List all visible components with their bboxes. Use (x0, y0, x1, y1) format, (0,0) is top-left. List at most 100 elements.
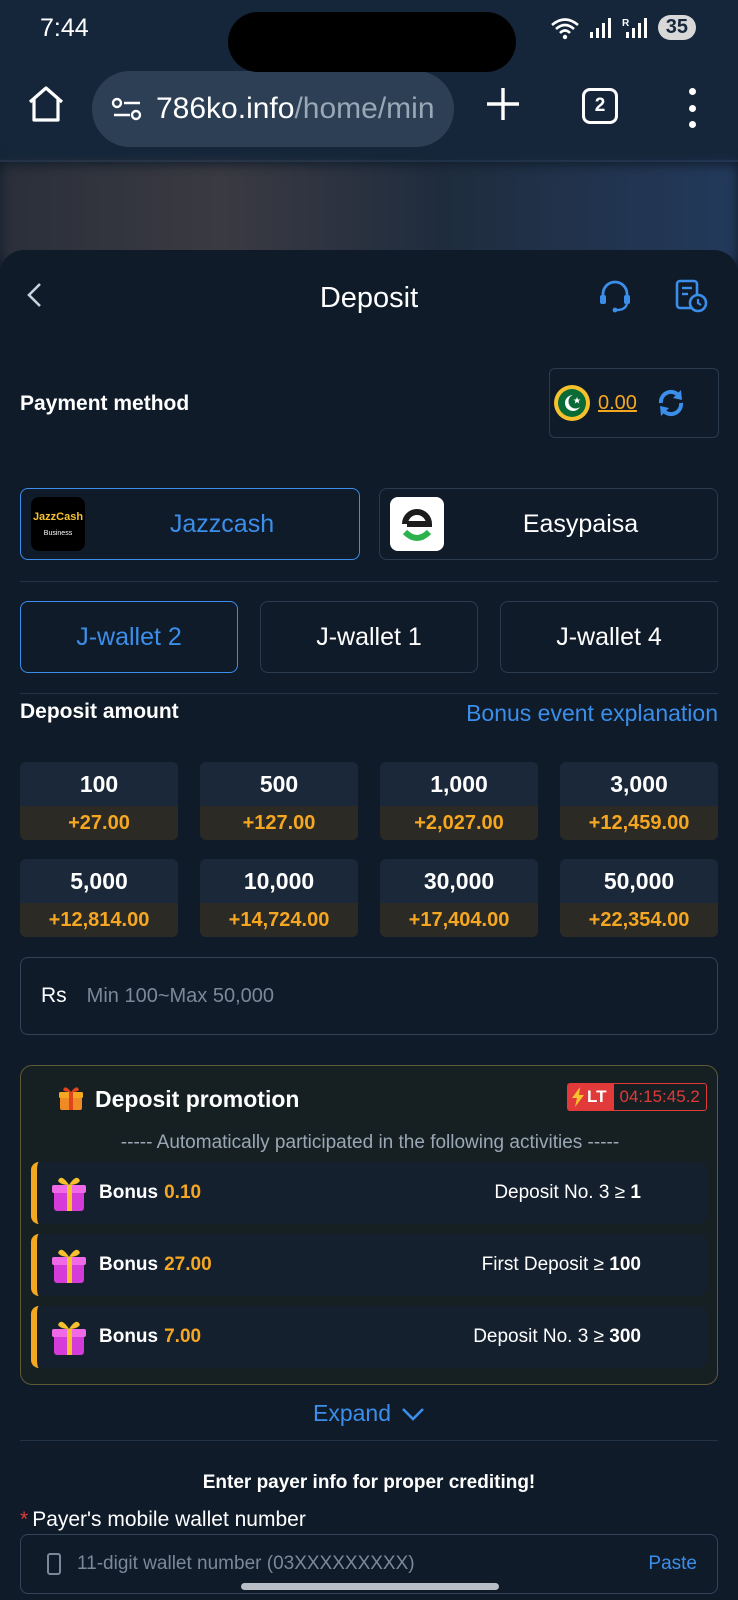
status-time: 7:44 (40, 14, 89, 42)
wifi-icon (550, 17, 579, 39)
pakistan-flag-icon (554, 385, 590, 421)
bonus-word: Bonus (99, 1182, 159, 1203)
wallet-tab[interactable]: J-wallet 2 (20, 601, 238, 673)
bonus-amount: 27.00 (164, 1254, 212, 1275)
bonus-amount: 0.10 (164, 1182, 202, 1203)
bonus-condition-text: Deposit No. 3 ≥ (494, 1182, 626, 1203)
promotion-subtitle: ----- Automatically participated in the … (120, 1132, 620, 1153)
address-bar[interactable]: 786ko.info/home/min (92, 71, 454, 147)
jazzcash-logo-text: JazzCash (33, 511, 83, 523)
method-easypaisa[interactable]: Easypaisa (379, 488, 718, 560)
gift-icon (59, 1087, 83, 1110)
refresh-icon[interactable] (655, 387, 687, 419)
promotion-title: Deposit promotion (95, 1086, 300, 1112)
bonus-condition-text: First Deposit ≥ (481, 1254, 605, 1275)
background-page (0, 164, 738, 264)
tab-switcher-button[interactable]: 2 (582, 88, 618, 124)
bonus-word: Bonus (99, 1326, 159, 1347)
bonus-row: Bonus 0.10 Deposit No. 3 ≥ 1 (31, 1162, 707, 1224)
divider (20, 693, 718, 694)
method-jazzcash[interactable]: JazzCash Business Jazzcash (20, 488, 360, 560)
new-tab-icon[interactable] (483, 84, 523, 124)
divider (20, 581, 718, 582)
deposit-sheet: Deposit Payment method 0.00 JazzCash Bus… (0, 250, 738, 1600)
amount-input-wrapper: Rs (20, 957, 718, 1035)
payer-wallet-input[interactable] (77, 1553, 597, 1575)
paste-button[interactable]: Paste (648, 1553, 697, 1575)
amount-bonus: +14,724.00 (200, 903, 358, 937)
home-indicator[interactable] (241, 1583, 499, 1590)
bonus-row: Bonus 27.00 First Deposit ≥ 100 (31, 1234, 707, 1296)
home-icon[interactable] (24, 82, 68, 126)
phone-icon (47, 1553, 61, 1575)
amount-option[interactable]: 1,000 +2,027.00 (380, 762, 538, 840)
more-menu-icon[interactable] (680, 88, 704, 128)
method-label: Jazzcash (169, 509, 275, 538)
amount-bonus: +17,404.00 (380, 903, 538, 937)
amount-value: 10,000 (243, 867, 315, 894)
amount-value: 5,000 (70, 867, 128, 894)
easypaisa-logo (390, 497, 444, 551)
amount-option[interactable]: 3,000 +12,459.00 (560, 762, 718, 840)
bonus-word: Bonus (99, 1254, 159, 1275)
bonus-threshold: 100 (609, 1254, 641, 1275)
amount-option[interactable]: 500 +127.00 (200, 762, 358, 840)
method-label: Easypaisa (522, 509, 639, 538)
payer-info-note: Enter payer info for proper crediting! (202, 1472, 536, 1493)
expand-label: Expand (312, 1400, 391, 1426)
divider (20, 1440, 718, 1441)
amount-bonus: +2,027.00 (380, 806, 538, 840)
amount-value: 100 (79, 770, 119, 797)
amount-value: 30,000 (423, 867, 495, 894)
customer-support-icon[interactable] (597, 278, 633, 314)
status-icons: R 35 (550, 15, 696, 40)
wallet-tab[interactable]: J-wallet 4 (500, 601, 718, 673)
deposit-promotion-panel: Deposit promotion LT 04:15:45.2 ----- Au… (20, 1065, 718, 1385)
amount-option[interactable]: 50,000 +22,354.00 (560, 859, 718, 937)
amount-bonus: +12,459.00 (560, 806, 718, 840)
bonus-threshold: 300 (609, 1326, 641, 1347)
amount-value: 1,000 (430, 770, 488, 797)
lightning-icon (572, 1087, 584, 1107)
amount-option[interactable]: 5,000 +12,814.00 (20, 859, 178, 937)
gift-box-icon (52, 1321, 86, 1355)
amount-option[interactable]: 10,000 +14,724.00 (200, 859, 358, 937)
amount-input[interactable] (86, 984, 647, 1008)
wallet-tab[interactable]: J-wallet 1 (260, 601, 478, 673)
bonus-row: Bonus 7.00 Deposit No. 3 ≥ 300 (31, 1306, 707, 1368)
limited-time-label: LT (587, 1087, 607, 1106)
expand-button[interactable]: Expand (0, 1400, 738, 1427)
bonus-explanation-link[interactable]: Bonus event explanation (466, 700, 718, 727)
required-mark: * (20, 1508, 29, 1531)
amount-bonus: +27.00 (20, 806, 178, 840)
limited-time-badge: LT 04:15:45.2 (567, 1083, 707, 1111)
svg-text:R: R (622, 18, 630, 29)
amount-option[interactable]: 100 +27.00 (20, 762, 178, 840)
amount-bonus: +22,354.00 (560, 903, 718, 937)
status-bar: 7:44 R 35 (0, 0, 738, 72)
signal-icon (589, 17, 611, 38)
gift-box-icon (52, 1177, 86, 1211)
chevron-down-icon (402, 1407, 424, 1421)
bonus-condition: First Deposit ≥ 100 (482, 1254, 641, 1276)
battery-indicator: 35 (657, 15, 696, 40)
amount-bonus: +12,814.00 (20, 903, 178, 937)
deposit-history-icon[interactable] (673, 278, 709, 314)
jazzcash-logo-subtext: Business (44, 530, 73, 537)
amount-bonus: +127.00 (200, 806, 358, 840)
jazzcash-logo: JazzCash Business (31, 497, 85, 551)
amount-value: 50,000 (603, 867, 675, 894)
payment-method-label: Payment method (20, 392, 190, 415)
url-path: /home/min (294, 92, 435, 125)
balance-value[interactable]: 0.00 (598, 392, 637, 415)
balance-box: 0.00 (549, 368, 719, 438)
bonus-condition: Deposit No. 3 ≥ 1 (494, 1182, 641, 1204)
amount-value: 500 (259, 770, 299, 797)
site-settings-icon[interactable] (110, 95, 144, 123)
bonus-amount: 7.00 (164, 1326, 202, 1347)
payer-wallet-label-text: Payer's mobile wallet number (32, 1508, 306, 1531)
amount-option[interactable]: 30,000 +17,404.00 (380, 859, 538, 937)
browser-toolbar: 786ko.info/home/min 2 (0, 62, 738, 162)
bonus-condition-text: Deposit No. 3 ≥ (473, 1326, 605, 1347)
deposit-amount-label: Deposit amount (20, 700, 179, 723)
